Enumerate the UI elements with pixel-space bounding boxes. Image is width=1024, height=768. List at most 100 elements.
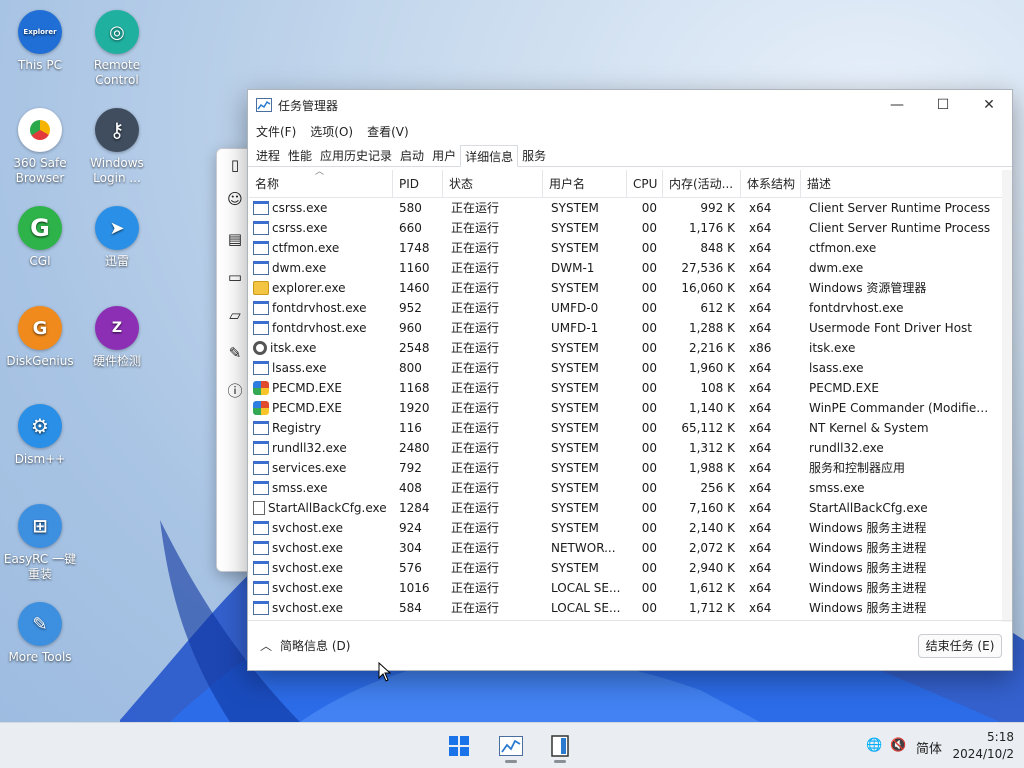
cpu-cell: 00 [641,241,657,255]
table-row[interactable]: PECMD.EXE 1168 正在运行 SYSTEM 00 108 K x64 PECMD.E… [249,378,1011,398]
table-row[interactable]: svchost.exe 584 正在运行 LOCAL SE... 00 1,712 K x6… [249,598,1011,618]
table-row[interactable]: svchost.exe 576 正在运行 SYSTEM 00 2,940 K x64 Wind… [249,558,1011,578]
memory-cell: 2,216 K [688,341,735,355]
tab-app-history[interactable]: 应用历史记录 [316,145,396,167]
taskbar-window-app[interactable] [542,728,578,764]
desktop-icon-label: 硬件检测 [92,354,141,368]
cpu-cell: 00 [641,201,657,215]
table-row[interactable]: svchost.exe 924 正在运行 SYSTEM 00 2,140 K x64 Wind… [249,518,1011,538]
desktop-icon-easyrc[interactable]: ⊞ EasyRC 一键重装 [0,504,80,582]
desktop-icon-hardware-check[interactable]: Z 硬件检测 [77,306,157,369]
memory-cell: 1,612 K [688,581,735,595]
column-header-pid[interactable]: PID [393,170,443,198]
table-row[interactable]: fontdrvhost.exe 952 正在运行 UMFD-0 00 612 K x64 fo… [249,298,1011,318]
explorer-icon: Explorer [18,10,62,54]
table-row[interactable]: StartAllBackCfg.exe 1284 正在运行 SYSTEM 00 7,160… [249,498,1011,518]
table-row[interactable]: csrss.exe 580 正在运行 SYSTEM 00 992 K x64 Client S… [249,198,1011,218]
desktop-icon-label: More Tools [8,650,72,664]
column-header-user[interactable]: 用户名 [543,170,627,198]
architecture-cell: x64 [749,561,772,575]
status-cell: 正在运行 [451,261,500,275]
pid-cell: 408 [399,481,422,495]
minimize-button[interactable]: — [874,90,920,120]
memory-cell: 848 K [700,241,735,255]
gear-icon [253,341,267,355]
menu-file[interactable]: 文件(F) [256,123,296,140]
chevron-up-icon[interactable]: ︿ [260,637,272,654]
column-header-description[interactable]: 描述 [801,170,1001,198]
brief-info-button[interactable]: 简略信息 (D) [280,637,350,654]
tab-performance[interactable]: 性能 [284,145,316,167]
status-cell: 正在运行 [451,441,500,455]
cpu-cell: 00 [641,541,657,555]
desktop-icon-dism[interactable]: ⚙ Dism++ [0,404,80,467]
tab-details[interactable]: 详细信息 [460,145,519,167]
table-row[interactable]: PECMD.EXE 1920 正在运行 SYSTEM 00 1,140 K x64 WinPE… [249,398,1011,418]
column-header-architecture[interactable]: 体系结构 [741,170,801,198]
taskbar-task-manager[interactable] [493,728,529,764]
menu-view[interactable]: 查看(V) [367,123,409,140]
memory-cell: 2,940 K [688,561,735,575]
tab-processes[interactable]: 进程 [252,145,284,167]
diskgenius-icon: G [18,306,62,350]
desktop-icon-remote-control[interactable]: ◎ Remote Control [77,10,157,88]
volume-muted-icon[interactable]: 🔇 [890,738,906,753]
table-row[interactable]: itsk.exe 2548 正在运行 SYSTEM 00 2,216 K x86 itsk.e… [249,338,1011,358]
architecture-cell: x64 [749,421,772,435]
desktop-icon-windows-login[interactable]: ⚷ Windows Login ... [77,108,157,186]
table-row[interactable]: ctfmon.exe 1748 正在运行 SYSTEM 00 848 K x64 ctfmon… [249,238,1011,258]
table-row[interactable]: dwm.exe 1160 正在运行 DWM-1 00 27,536 K x64 dwm.exe [249,258,1011,278]
column-header-memory[interactable]: 内存(活动... [663,170,741,198]
process-name: StartAllBackCfg.exe [268,501,387,515]
status-cell: 正在运行 [451,301,500,315]
table-row[interactable]: explorer.exe 1460 正在运行 SYSTEM 00 16,060 K x64 W… [249,278,1011,298]
cpu-cell: 00 [641,321,657,335]
window-app-icon [253,541,269,555]
table-row[interactable]: smss.exe 408 正在运行 SYSTEM 00 256 K x64 smss.exe [249,478,1011,498]
table-row[interactable]: rundll32.exe 2480 正在运行 SYSTEM 00 1,312 K x64 ru… [249,438,1011,458]
close-button[interactable]: ✕ [966,90,1012,120]
desktop-icon-more-tools[interactable]: ✎ More Tools [0,602,80,665]
desktop-icon-xunlei[interactable]: ➤ 迅雷 [77,206,157,269]
window-app-icon [253,221,269,235]
process-name-cell: svchost.exe [249,558,393,578]
column-header-status[interactable]: 状态 [443,170,543,198]
table-row[interactable]: lsass.exe 800 正在运行 SYSTEM 00 1,960 K x64 lsass.… [249,358,1011,378]
architecture-cell: x64 [749,601,772,615]
desktop-icon-diskgenius[interactable]: G DiskGenius [0,306,80,369]
table-row[interactable]: fontdrvhost.exe 960 正在运行 UMFD-1 00 1,288 K x64… [249,318,1011,338]
description-cell: WinPE Commander (Modified ... [809,401,991,415]
memory-cell: 612 K [700,301,735,315]
user-cell: SYSTEM [551,421,599,435]
column-header-cpu[interactable]: CPU [627,170,663,198]
window-app-icon [253,521,269,535]
architecture-cell: x64 [749,321,772,335]
table-row[interactable]: services.exe 792 正在运行 SYSTEM 00 1,988 K x64 服务和… [249,458,1011,478]
tab-services[interactable]: 服务 [518,145,550,167]
tab-users[interactable]: 用户 [428,145,460,167]
ime-indicator[interactable]: 简体 [916,738,942,757]
start-button[interactable] [441,728,477,764]
description-cell: lsass.exe [809,361,864,375]
desktop-icon-cgi[interactable]: G CGI [0,206,80,269]
vertical-scrollbar[interactable] [1002,170,1012,622]
status-cell: 正在运行 [451,521,500,535]
task-manager-window[interactable]: 任务管理器 — ☐ ✕ 文件(F) 选项(O) 查看(V) 进程 性能 应用历史… [247,89,1013,671]
end-task-button[interactable]: 结束任务 (E) [918,634,1002,658]
desktop-icon-this-pc[interactable]: Explorer This PC [0,10,80,73]
status-cell: 正在运行 [451,361,500,375]
table-row[interactable]: svchost.exe 304 正在运行 NETWOR... 00 2,072 K x64 W… [249,538,1011,558]
process-name: svchost.exe [272,581,343,595]
network-icon[interactable]: 🌐 [866,738,882,753]
menu-options[interactable]: 选项(O) [310,123,353,140]
maximize-button[interactable]: ☐ [920,90,966,120]
table-row[interactable]: svchost.exe 1016 正在运行 LOCAL SE... 00 1,612 K x… [249,578,1011,598]
cpu-cell: 00 [641,381,657,395]
memory-cell: 1,988 K [688,461,735,475]
clock[interactable]: 5:18 2024/10/2 [952,729,1014,763]
process-name: lsass.exe [272,361,327,375]
table-row[interactable]: Registry 116 正在运行 SYSTEM 00 65,112 K x64 NT Ker… [249,418,1011,438]
table-row[interactable]: csrss.exe 660 正在运行 SYSTEM 00 1,176 K x64 Client… [249,218,1011,238]
desktop-icon-360-browser[interactable]: 360 Safe Browser [0,108,80,186]
tab-startup[interactable]: 启动 [396,145,428,167]
